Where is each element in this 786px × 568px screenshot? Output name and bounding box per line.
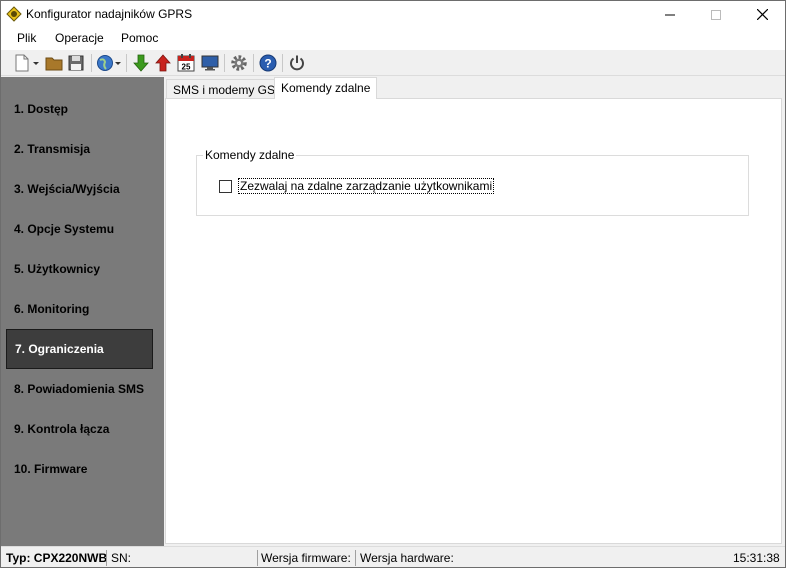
sidebar-item-wejscia-wyjscia[interactable]: 3. Wejścia/Wyjścia <box>6 169 153 209</box>
minimize-button[interactable] <box>647 1 693 28</box>
settings-button[interactable] <box>228 52 250 74</box>
help-icon: ? <box>259 54 277 72</box>
menu-plik[interactable]: Plik <box>17 31 36 45</box>
window-title: Konfigurator nadajników GPRS <box>26 7 193 21</box>
status-bar: Typ: CPX220NWB SN: Wersja firmware: Wers… <box>1 546 785 567</box>
new-document-icon <box>15 54 39 72</box>
globe-icon <box>97 55 121 71</box>
sidebar-item-dostep[interactable]: 1. Dostęp <box>6 89 153 129</box>
menu-bar: Plik Operacje Pomoc <box>1 28 785 50</box>
toolbar-separator <box>282 54 283 72</box>
serial-number: SN: <box>111 551 132 565</box>
svg-text:25: 25 <box>182 63 191 72</box>
power-icon <box>290 55 304 71</box>
network-button[interactable] <box>95 52 123 74</box>
menu-pomoc[interactable]: Pomoc <box>121 31 158 45</box>
read-button[interactable] <box>130 52 152 74</box>
sidebar-item-firmware[interactable]: 10. Firmware <box>6 449 153 489</box>
group-title: Komendy zdalne <box>203 148 297 162</box>
remote-user-management-checkbox[interactable] <box>219 179 232 193</box>
sidebar-item-powiadomienia-sms[interactable]: 8. Powiadomienia SMS <box>6 369 153 409</box>
maximize-button[interactable] <box>693 1 739 28</box>
download-arrow-icon <box>133 54 149 72</box>
remote-user-management-label[interactable]: Zezwalaj na zdalne zarządzanie użytkowni… <box>238 178 495 194</box>
sidebar-item-transmisja[interactable]: 2. Transmisja <box>6 129 153 169</box>
open-folder-icon <box>45 57 63 71</box>
app-logo-icon <box>6 6 22 22</box>
title-bar: Konfigurator nadajników GPRS <box>1 1 785 28</box>
upload-arrow-icon <box>155 54 171 72</box>
svg-text:?: ? <box>264 57 271 71</box>
toolbar-separator <box>91 54 92 72</box>
tab-panel: Komendy zdalne Zezwalaj na zdalne zarząd… <box>165 98 782 544</box>
help-button[interactable]: ? <box>257 52 279 74</box>
status-separator <box>257 550 258 566</box>
sidebar-item-monitoring[interactable]: 6. Monitoring <box>6 289 153 329</box>
exit-button[interactable] <box>286 52 308 74</box>
remote-commands-group: Komendy zdalne Zezwalaj na zdalne zarząd… <box>196 148 749 216</box>
write-button[interactable] <box>152 52 174 74</box>
toolbar-separator <box>126 54 127 72</box>
hardware-version: Wersja hardware: <box>360 551 454 565</box>
monitor-icon <box>201 55 219 71</box>
sidebar-item-kontrola-lacza[interactable]: 9. Kontrola łącza <box>6 409 153 449</box>
monitor-button[interactable] <box>199 52 221 74</box>
minimize-icon <box>665 14 675 15</box>
calendar-icon: 25 <box>177 54 195 72</box>
save-icon <box>68 55 84 71</box>
app-window: Konfigurator nadajników GPRS Plik Operac… <box>0 0 786 568</box>
maximize-icon <box>711 9 721 20</box>
clock: 15:31:38 <box>733 551 780 565</box>
device-type: Typ: CPX220NWB <box>6 551 108 565</box>
close-button[interactable] <box>739 1 785 28</box>
toolbar-separator <box>253 54 254 72</box>
new-button[interactable] <box>10 52 42 74</box>
save-button[interactable] <box>65 52 87 74</box>
menu-operacje[interactable]: Operacje <box>55 31 104 45</box>
remote-user-management-option[interactable]: Zezwalaj na zdalne zarządzanie użytkowni… <box>219 178 495 194</box>
close-icon <box>756 9 768 20</box>
sidebar-item-ograniczenia[interactable]: 7. Ograniczenia <box>6 329 153 369</box>
firmware-version: Wersja firmware: <box>261 551 351 565</box>
gear-icon <box>231 55 247 71</box>
toolbar-separator <box>224 54 225 72</box>
status-separator <box>355 550 356 566</box>
main-content: SMS i modemy GSM Komendy zdalne Komendy … <box>164 77 785 546</box>
status-separator <box>106 550 107 566</box>
sidebar: 1. Dostęp 2. Transmisja 3. Wejścia/Wyjśc… <box>1 77 164 546</box>
sidebar-item-uzytkownicy[interactable]: 5. Użytkownicy <box>6 249 153 289</box>
open-button[interactable] <box>43 52 65 74</box>
toolbar: 25 ? <box>1 50 785 76</box>
sidebar-item-opcje-systemu[interactable]: 4. Opcje Systemu <box>6 209 153 249</box>
tab-komendy-zdalne[interactable]: Komendy zdalne <box>274 77 378 99</box>
calendar-button[interactable]: 25 <box>175 52 197 74</box>
